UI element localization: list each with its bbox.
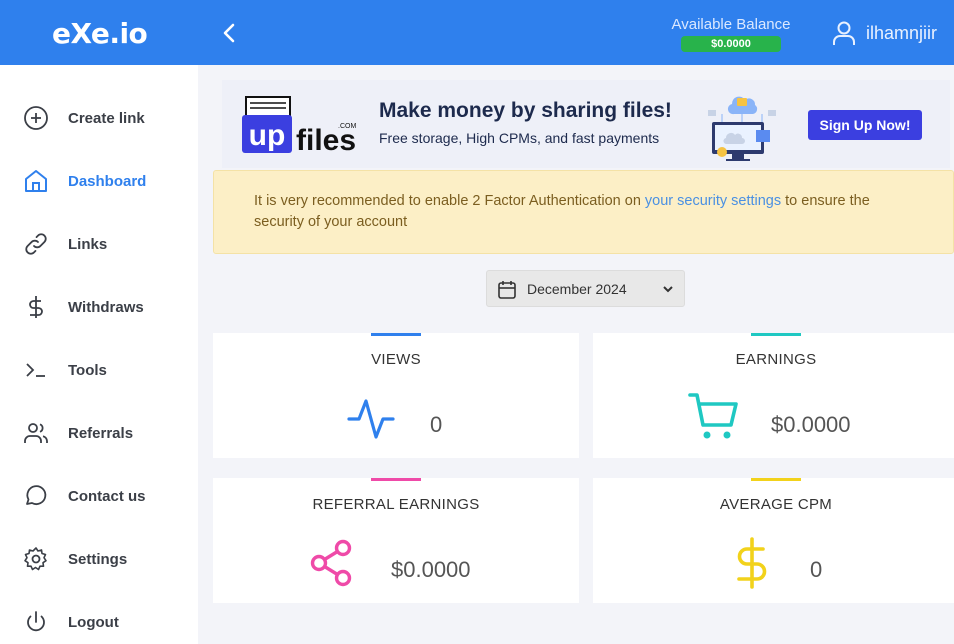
card-title: AVERAGE CPM xyxy=(719,496,833,513)
balance-badge: $0.0000 xyxy=(681,36,781,52)
stat-card-average-cpm: AVERAGE CPM 0 xyxy=(593,478,954,603)
sidebar-item-label: Contact us xyxy=(68,487,146,505)
sidebar-item-links[interactable]: Links xyxy=(0,219,198,269)
card-value: 0 xyxy=(430,412,443,437)
sidebar-item-label: Tools xyxy=(68,361,107,379)
terminal-icon xyxy=(26,363,45,377)
logo[interactable]: eXe.io xyxy=(52,17,148,50)
sidebar-item-dashboard[interactable]: Dashboard xyxy=(0,156,198,206)
security-settings-link[interactable]: your security settings xyxy=(645,193,781,209)
card-accent-bar xyxy=(371,333,421,336)
card-accent-bar xyxy=(371,478,421,481)
stat-card-views: VIEWS 0 xyxy=(213,333,579,458)
sidebar: Create link Dashboard Links Withdraws To… xyxy=(0,65,198,644)
user-menu[interactable]: ilhamnjiir xyxy=(832,20,937,46)
dollar-icon xyxy=(29,296,43,318)
power-icon xyxy=(27,611,45,632)
sidebar-item-logout[interactable]: Logout xyxy=(0,597,198,644)
sidebar-item-create-link[interactable]: Create link xyxy=(0,93,198,143)
chat-icon xyxy=(26,485,47,506)
sidebar-item-referrals[interactable]: Referrals xyxy=(0,408,198,458)
cloud-storage-illustration xyxy=(708,96,776,161)
banner-subtitle: Free storage, High CPMs, and fast paymen… xyxy=(379,130,660,146)
share-icon xyxy=(310,539,352,587)
user-icon xyxy=(833,21,855,45)
sidebar-item-label: Dashboard xyxy=(68,172,147,190)
home-icon xyxy=(25,170,47,192)
sidebar-item-label: Referrals xyxy=(68,424,134,442)
sidebar-item-withdraws[interactable]: Withdraws xyxy=(0,282,198,332)
month-select[interactable]: December 2024 xyxy=(486,270,685,307)
users-icon xyxy=(24,423,48,443)
two-factor-alert: It is very recommended to enable 2 Facto… xyxy=(213,170,954,254)
card-title: REFERRAL EARNINGS xyxy=(312,496,480,513)
sidebar-item-label: Withdraws xyxy=(68,298,144,316)
top-bar: eXe.io Available Balance $0.0000 ilhamnj… xyxy=(0,0,954,65)
card-accent-bar xyxy=(751,333,801,336)
logo-up-text: up xyxy=(249,119,286,152)
chevron-left-icon[interactable] xyxy=(218,20,240,46)
sidebar-item-contact-us[interactable]: Contact us xyxy=(0,471,198,521)
activity-icon xyxy=(347,399,395,439)
banner-title: Make money by sharing files! xyxy=(379,99,672,122)
alert-text-before: It is very recommended to enable 2 Facto… xyxy=(254,193,645,209)
month-select-value: December 2024 xyxy=(527,280,627,297)
chevron-down-icon xyxy=(663,286,673,293)
sidebar-item-label: Logout xyxy=(68,613,119,631)
card-title: VIEWS xyxy=(371,351,421,368)
balance-widget: Available Balance $0.0000 xyxy=(664,16,798,52)
gear-icon xyxy=(24,547,47,571)
promo-banner[interactable]: up files .COM Make money by sharing file… xyxy=(222,80,950,168)
sidebar-item-label: Settings xyxy=(68,550,128,568)
card-value: $0.0000 xyxy=(771,412,851,437)
balance-label: Available Balance xyxy=(671,16,791,33)
calendar-icon xyxy=(498,281,516,299)
username: ilhamnjiir xyxy=(866,22,938,43)
link-icon xyxy=(25,233,47,255)
sidebar-item-settings[interactable]: Settings xyxy=(0,534,198,584)
plus-circle-icon xyxy=(24,106,48,130)
card-value: $0.0000 xyxy=(391,557,471,582)
card-accent-bar xyxy=(751,478,801,481)
card-value: 0 xyxy=(810,557,823,582)
stat-card-referral-earnings: REFERRAL EARNINGS $0.0000 xyxy=(213,478,579,603)
upfiles-logo: up files .COM xyxy=(242,96,356,155)
card-title: EARNINGS xyxy=(735,351,817,368)
sidebar-item-label: Links xyxy=(68,235,108,253)
sidebar-item-tools[interactable]: Tools xyxy=(0,345,198,395)
sign-up-button[interactable]: Sign Up Now! xyxy=(808,110,922,140)
logo-com-text: .COM xyxy=(338,123,356,130)
dollar-icon xyxy=(737,537,767,589)
sidebar-item-label: Create link xyxy=(68,109,145,127)
stat-card-earnings: EARNINGS $0.0000 xyxy=(593,333,954,458)
shopping-cart-icon xyxy=(688,393,738,439)
